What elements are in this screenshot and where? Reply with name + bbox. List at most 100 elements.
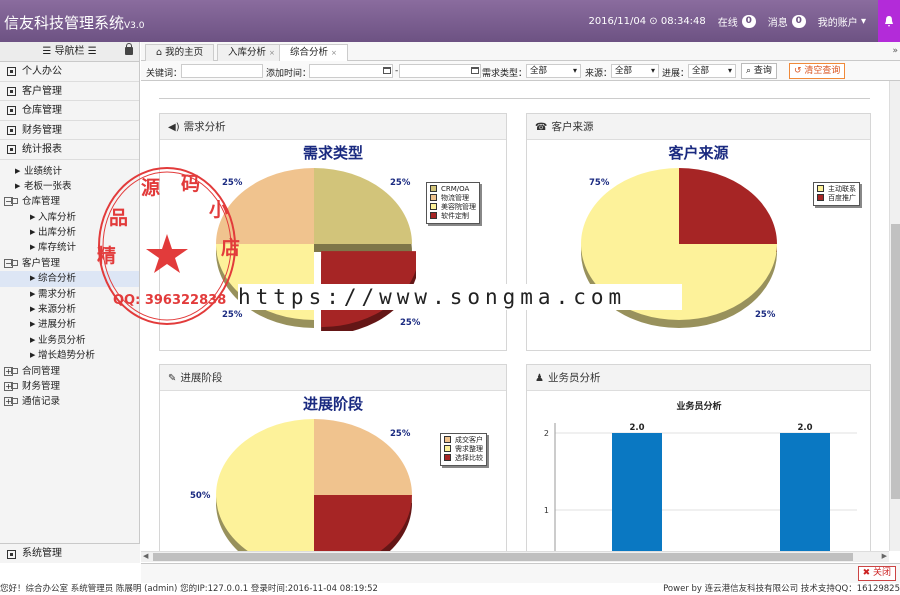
keyword-input[interactable] <box>181 64 263 78</box>
clock: 2016/11/04 ⊙ 08:34:48 <box>588 15 706 27</box>
tree-group-contract[interactable]: + 合同管理 <box>0 364 139 379</box>
double-chevron-down-icon[interactable]: » <box>892 46 898 56</box>
brand: 信友科技管理系统V3.0 <box>4 14 145 32</box>
data-label: 2.0 <box>629 423 644 433</box>
panel-header: ☎ 客户来源 <box>527 114 870 140</box>
user-icon: ♟ <box>535 373 544 384</box>
data-label: 75% <box>589 178 610 188</box>
legend-swatch <box>430 194 437 201</box>
legend-swatch <box>444 436 451 443</box>
clock-icon: ⊙ <box>649 15 658 27</box>
arrow-left-icon[interactable]: ◀ <box>143 552 148 560</box>
tick-label: 1 <box>544 506 549 515</box>
close-icon[interactable]: × <box>331 49 337 57</box>
folder-icon <box>11 259 18 266</box>
stamp-char: 精 <box>97 244 116 267</box>
legend-swatch <box>430 212 437 219</box>
data-label: 2.0 <box>797 423 812 433</box>
square-icon <box>7 67 16 76</box>
sidebar-item-personal[interactable]: 个人办公 <box>0 62 139 82</box>
message-badge: 0 <box>791 14 806 28</box>
online-indicator[interactable]: 在线 0 <box>718 14 756 29</box>
calendar-icon[interactable] <box>383 67 391 74</box>
triangle-right-icon: ▶ <box>15 166 21 175</box>
stamp-char: 码 <box>181 173 200 195</box>
legend-swatch <box>817 194 824 201</box>
status-bar: 您好！综合办公室 系统管理员 陈展明 (admin) 您的IP:127.0.0.… <box>0 583 900 595</box>
legend-swatch <box>444 454 451 461</box>
tab-inbound[interactable]: 入库分析 × <box>217 44 286 61</box>
progress-select[interactable]: 全部 <box>688 64 736 78</box>
messages-indicator[interactable]: 消息 0 <box>768 14 806 29</box>
refresh-icon: ↺ <box>794 66 802 76</box>
menu-icon: ☰ <box>42 46 52 57</box>
legend-swatch <box>817 185 824 192</box>
folder-icon <box>11 398 18 405</box>
menu-icon: ☰ <box>87 46 97 57</box>
progress-label: 进展： <box>662 69 690 79</box>
bell-icon <box>885 15 893 27</box>
search-icon: ⌕ <box>746 66 752 76</box>
chart-title: 进展阶段 <box>302 395 363 413</box>
chart-legend: 成交客户 需求整理 选择比较 <box>440 433 487 466</box>
progress-pie-chart <box>216 419 412 551</box>
tree-group-comm[interactable]: + 通信记录 <box>0 394 139 409</box>
triangle-right-icon: ▶ <box>30 289 36 298</box>
square-icon <box>7 125 16 135</box>
sidebar-item-warehouse[interactable]: 仓库管理 <box>0 101 139 121</box>
query-button[interactable]: ⌕ 查询 <box>741 63 777 79</box>
lock-icon[interactable] <box>125 43 133 55</box>
bar <box>612 433 662 551</box>
date-start-input[interactable] <box>309 64 393 78</box>
square-icon <box>7 145 16 154</box>
data-label: 25% <box>390 178 411 188</box>
vertical-scrollbar[interactable] <box>889 81 900 551</box>
demand-select[interactable]: 全部 <box>526 64 581 78</box>
tab-home[interactable]: ⌂ 我的主页 <box>145 44 215 61</box>
legend-item: 主动联系 <box>817 185 856 194</box>
triangle-right-icon: ▶ <box>30 243 36 252</box>
sidebar-item-customer[interactable]: 客户管理 <box>0 82 139 101</box>
legend-item: 百度推广 <box>817 194 856 203</box>
triangle-right-icon: ▶ <box>30 305 36 314</box>
tick-label: 2 <box>544 429 549 438</box>
tab-overview[interactable]: 综合分析 × <box>279 44 348 62</box>
panel-header: ◀) 需求分析 <box>160 114 506 140</box>
chart-legend: 主动联系 百度推广 <box>813 182 860 206</box>
tree-group-finance[interactable]: + 财务管理 <box>0 379 139 394</box>
horizontal-scrollbar[interactable]: ◀ ▶ <box>141 551 889 562</box>
data-label: 25% <box>755 310 776 320</box>
date-end-input[interactable] <box>399 64 481 78</box>
data-label: 50% <box>190 491 211 501</box>
chart-title: 业务员分析 <box>676 400 721 412</box>
triangle-right-icon: ▶ <box>30 320 36 329</box>
stamp-char: 品 <box>109 207 128 229</box>
close-button[interactable]: ✖ 关闭 <box>857 566 896 581</box>
sidebar-item-finance[interactable]: 财务管理 <box>0 121 139 140</box>
triangle-right-icon: ▶ <box>30 274 36 283</box>
calendar-icon[interactable] <box>471 67 479 74</box>
legend-item: 物流管理 <box>430 194 476 203</box>
scroll-thumb[interactable] <box>891 224 900 499</box>
pie-slice <box>679 168 777 244</box>
close-icon[interactable]: × <box>269 49 275 57</box>
url-watermark: https://www.songma.com <box>238 284 682 310</box>
tab-bar: ⌂ 我的主页 入库分析 × 综合分析 × » <box>141 42 900 62</box>
account-menu[interactable]: 我的账户 ▾ <box>818 14 866 29</box>
bell-button[interactable] <box>878 0 900 42</box>
stamp-qq: QQ: 396322838 <box>113 293 226 308</box>
arrow-right-icon[interactable]: ▶ <box>882 552 887 560</box>
legend-item: 成交客户 <box>444 436 483 445</box>
sidebar-item-system[interactable]: 系统管理 <box>0 543 140 563</box>
source-select[interactable]: 全部 <box>611 64 659 78</box>
date-separator: - <box>395 66 399 76</box>
data-label: 25% <box>400 318 421 328</box>
square-icon <box>7 106 16 115</box>
search-bar: 关键词： 添加时间： - 需求类型： 全部 来源： 全部 进展： 全部 ⌕ 查询… <box>141 61 900 81</box>
triangle-right-icon: ▶ <box>30 212 36 221</box>
clear-query-button[interactable]: ↺ 清空查询 <box>789 63 846 79</box>
phone-icon: ☎ <box>535 122 548 133</box>
tree-item-growth[interactable]: ▶ 增长趋势分析 <box>0 348 139 363</box>
sidebar-header[interactable]: ☰ 导航栏 ☰ <box>0 42 139 62</box>
scroll-thumb[interactable] <box>153 553 853 561</box>
